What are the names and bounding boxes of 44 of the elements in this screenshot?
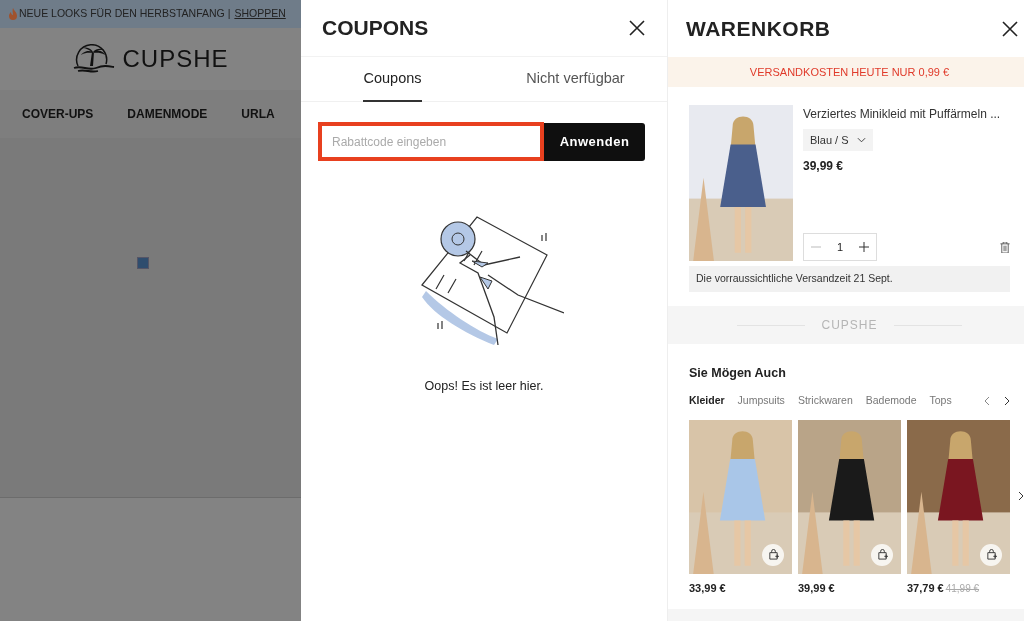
tab[interactable]: Nicht verfügbar [526, 57, 625, 102]
panel-title: COUPONS [322, 15, 429, 42]
bag-plus-icon [985, 549, 997, 560]
category-tab[interactable]: Jumpsuits [737, 392, 785, 409]
chevron-right-icon [1018, 491, 1024, 501]
category-tab[interactable]: Kleider [689, 392, 725, 409]
panel-title: WARENKORB [686, 15, 831, 42]
coupon-code-field[interactable]: Rabattcode eingeben [318, 122, 544, 161]
bag-plus-icon [876, 549, 888, 560]
chevron-right-icon [1004, 395, 1010, 406]
product-price: 39,99 € [798, 580, 835, 596]
trash-icon [1000, 241, 1010, 253]
nav-link[interactable]: DAMENMODE [127, 105, 208, 123]
plus-icon [859, 242, 869, 252]
tab[interactable]: Coupons [363, 57, 422, 102]
chevron-left-icon [984, 395, 990, 406]
product-price: 33,99 € [689, 580, 726, 596]
flame-icon [8, 8, 18, 20]
broken-image-icon [137, 257, 149, 269]
apply-button[interactable]: Anwenden [544, 123, 645, 161]
quantity-value: 1 [836, 239, 844, 255]
brand-divider: CUPSHE [821, 317, 878, 334]
quantity-stepper[interactable]: 1 [803, 233, 877, 261]
category-tab[interactable]: Strickwaren [797, 392, 853, 409]
shipping-banner: VERSANDKOSTEN HEUTE NUR 0,99 € [668, 57, 1024, 87]
close-icon [629, 20, 645, 36]
nav-link[interactable]: URLA [241, 105, 275, 123]
delivery-note: Die vorraussichtliche Versandzeit 21 Sept. [696, 271, 893, 287]
product-price: 37,79 € [907, 580, 944, 596]
nav-link[interactable]: COVER-UPS [22, 105, 94, 123]
chevron-down-icon [856, 137, 866, 143]
category-tab[interactable]: Tops [929, 392, 952, 409]
empty-message: Oops! Es ist leer hier. [424, 378, 544, 395]
product-price: 39,99 € [803, 158, 845, 175]
variant-select[interactable]: Blau / S [803, 129, 873, 151]
product-name[interactable]: Verziertes Minikleid mit Puffärmeln ... [803, 105, 1010, 123]
shop-link[interactable]: SHOPPEN [234, 6, 286, 22]
bag-plus-icon [767, 549, 779, 560]
section-title: Sie Mögen Auch [689, 365, 787, 382]
palm-logo-icon [72, 44, 117, 74]
close-icon [1002, 20, 1018, 37]
announcement-text: NEUE LOOKS FÜR DEN HERBSTANFANG | [19, 6, 231, 22]
old-price: 41,99 € [945, 581, 980, 596]
category-tab[interactable]: Bademode [865, 392, 917, 409]
